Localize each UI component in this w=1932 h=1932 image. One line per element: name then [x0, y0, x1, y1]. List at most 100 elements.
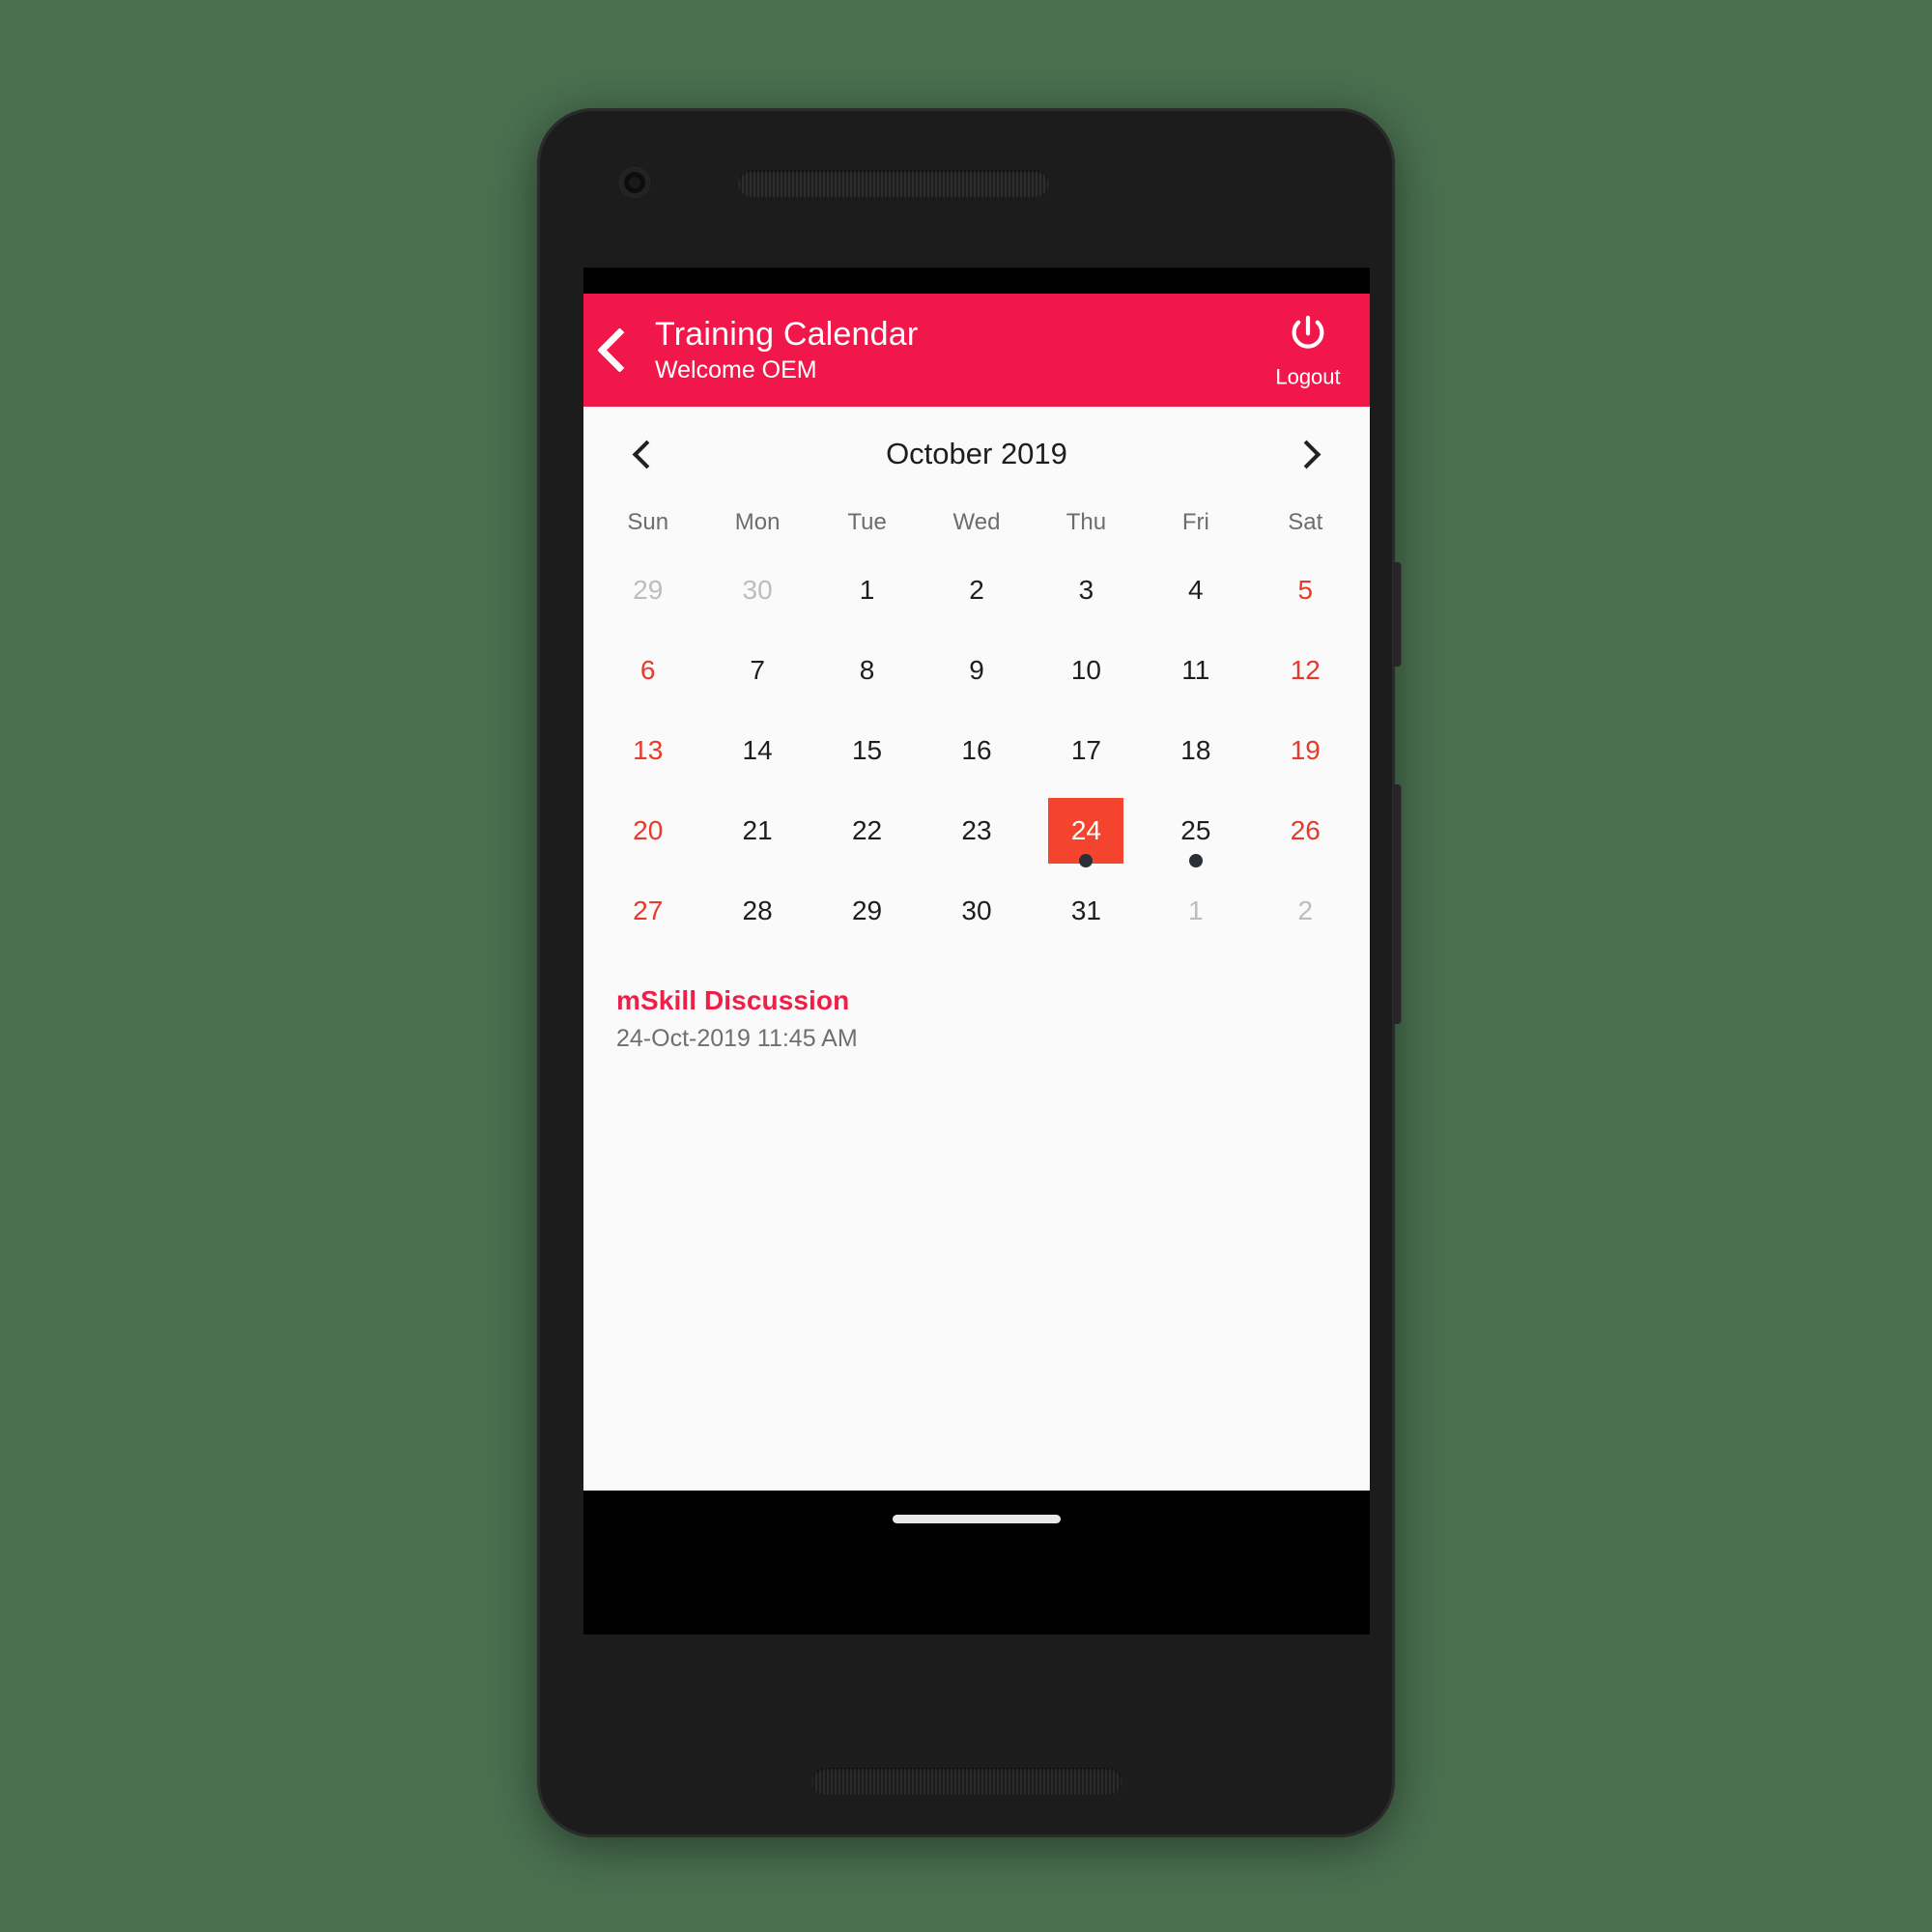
day-cell[interactable]: 30 [922, 872, 1031, 952]
day-cell[interactable]: 13 [593, 712, 702, 792]
day-cell[interactable]: 28 [702, 872, 811, 952]
day-cell[interactable]: 9 [922, 632, 1031, 712]
day-cell[interactable]: 27 [593, 872, 702, 952]
day-cell[interactable]: 3 [1032, 552, 1141, 632]
day-cell[interactable]: 6 [593, 632, 702, 712]
day-cell[interactable]: 1 [812, 552, 922, 632]
month-navigation: October 2019 [583, 407, 1370, 492]
weekday-fri: Fri [1181, 509, 1209, 535]
day-number: 17 [1070, 735, 1101, 765]
event-list-item[interactable]: mSkill Discussion 24-Oct-2019 11:45 AM [616, 985, 1337, 1053]
weekday-sun: Sun [627, 509, 669, 535]
weekday-wed: Wed [952, 509, 1001, 535]
day-cell[interactable]: 29 [812, 872, 922, 952]
day-box: 19 [1267, 718, 1343, 783]
day-cell[interactable]: 11 [1141, 632, 1250, 712]
day-box: 11 [1158, 638, 1234, 703]
day-cell[interactable]: 22 [812, 792, 922, 872]
day-box: 2 [1267, 878, 1343, 944]
day-cell[interactable]: 2 [1251, 872, 1360, 952]
event-indicator-dot [1188, 854, 1203, 867]
next-month-button[interactable] [1283, 428, 1335, 480]
day-cell[interactable]: 1 [1141, 872, 1250, 952]
day-number: 27 [633, 895, 664, 925]
day-number: 8 [859, 655, 875, 685]
day-box: 24 [1048, 798, 1124, 867]
day-box: 18 [1158, 718, 1234, 783]
day-cell[interactable]: 19 [1251, 712, 1360, 792]
day-number: 23 [961, 815, 992, 845]
day-number: 5 [1297, 575, 1314, 605]
day-number: 13 [633, 735, 664, 765]
back-button[interactable] [583, 294, 655, 407]
logout-button[interactable]: Logout [1258, 311, 1358, 389]
day-number: 30 [742, 575, 773, 605]
month-label: October 2019 [886, 437, 1067, 470]
day-cell[interactable]: 31 [1032, 872, 1141, 952]
prev-month-button[interactable] [618, 428, 670, 480]
day-cell[interactable]: 25 [1141, 792, 1250, 872]
day-cell[interactable]: 5 [1251, 552, 1360, 632]
day-number: 1 [1188, 895, 1204, 925]
day-box: 22 [830, 798, 905, 864]
day-cell[interactable]: 21 [702, 792, 811, 872]
day-cell[interactable]: 29 [593, 552, 702, 632]
day-cell-selected[interactable]: 24 [1032, 792, 1141, 872]
day-cell[interactable]: 4 [1141, 552, 1250, 632]
event-list: mSkill Discussion 24-Oct-2019 11:45 AM [583, 952, 1370, 1053]
day-box: 30 [720, 557, 795, 623]
day-cell[interactable]: 16 [922, 712, 1031, 792]
day-box: 2 [939, 557, 1014, 623]
day-number: 15 [851, 735, 883, 765]
day-number: 18 [1180, 735, 1211, 765]
day-number: 4 [1188, 575, 1204, 605]
day-box: 31 [1048, 878, 1123, 944]
day-number: 1 [859, 575, 875, 605]
day-box: 23 [939, 798, 1014, 864]
day-cell[interactable]: 18 [1141, 712, 1250, 792]
day-box: 15 [830, 718, 905, 783]
day-cell[interactable]: 17 [1032, 712, 1141, 792]
day-cell[interactable]: 20 [593, 792, 702, 872]
day-box: 21 [720, 798, 795, 864]
day-number: 14 [742, 735, 773, 765]
day-cell[interactable]: 2 [922, 552, 1031, 632]
bottom-speaker-icon [811, 1768, 1122, 1795]
day-cell[interactable]: 14 [702, 712, 811, 792]
day-number: 20 [633, 815, 664, 845]
day-box: 26 [1267, 798, 1343, 864]
day-box: 1 [1158, 878, 1234, 944]
day-number: 29 [851, 895, 883, 925]
day-cell[interactable]: 10 [1032, 632, 1141, 712]
home-gesture-pill[interactable] [893, 1514, 1061, 1523]
day-box: 4 [1158, 557, 1234, 623]
event-indicator-dot [1079, 854, 1094, 867]
day-box: 1 [830, 557, 905, 623]
day-cell[interactable]: 23 [922, 792, 1031, 872]
day-cell[interactable]: 15 [812, 712, 922, 792]
weekday-thu: Thu [1065, 509, 1107, 535]
day-box: 8 [830, 638, 905, 703]
day-cell[interactable]: 12 [1251, 632, 1360, 712]
status-bar [583, 268, 1370, 294]
volume-side-button[interactable] [1393, 784, 1402, 1024]
day-number: 2 [969, 575, 984, 605]
header-titles: Training Calendar Welcome OEM [655, 316, 918, 384]
day-cell[interactable]: 30 [702, 552, 811, 632]
day-box: 6 [611, 638, 686, 703]
day-number: 6 [639, 655, 656, 685]
day-number: 28 [742, 895, 773, 925]
day-cell[interactable]: 7 [702, 632, 811, 712]
day-number: 22 [851, 815, 883, 845]
day-number: 30 [961, 895, 992, 925]
day-cell[interactable]: 8 [812, 632, 922, 712]
calendar-days-grid: 29 30 1 2 3 4 5 6 7 8 9 10 11 12 13 14 15 16 17 18 19 20 21 22 2… [583, 542, 1370, 952]
power-side-button[interactable] [1393, 562, 1402, 667]
day-box: 12 [1267, 638, 1343, 703]
day-number: 31 [1070, 895, 1101, 925]
weekday-mon: Mon [734, 509, 781, 535]
day-box: 29 [611, 557, 686, 623]
day-box: 20 [611, 798, 686, 864]
welcome-text: Welcome OEM [655, 356, 817, 384]
day-cell[interactable]: 26 [1251, 792, 1360, 872]
